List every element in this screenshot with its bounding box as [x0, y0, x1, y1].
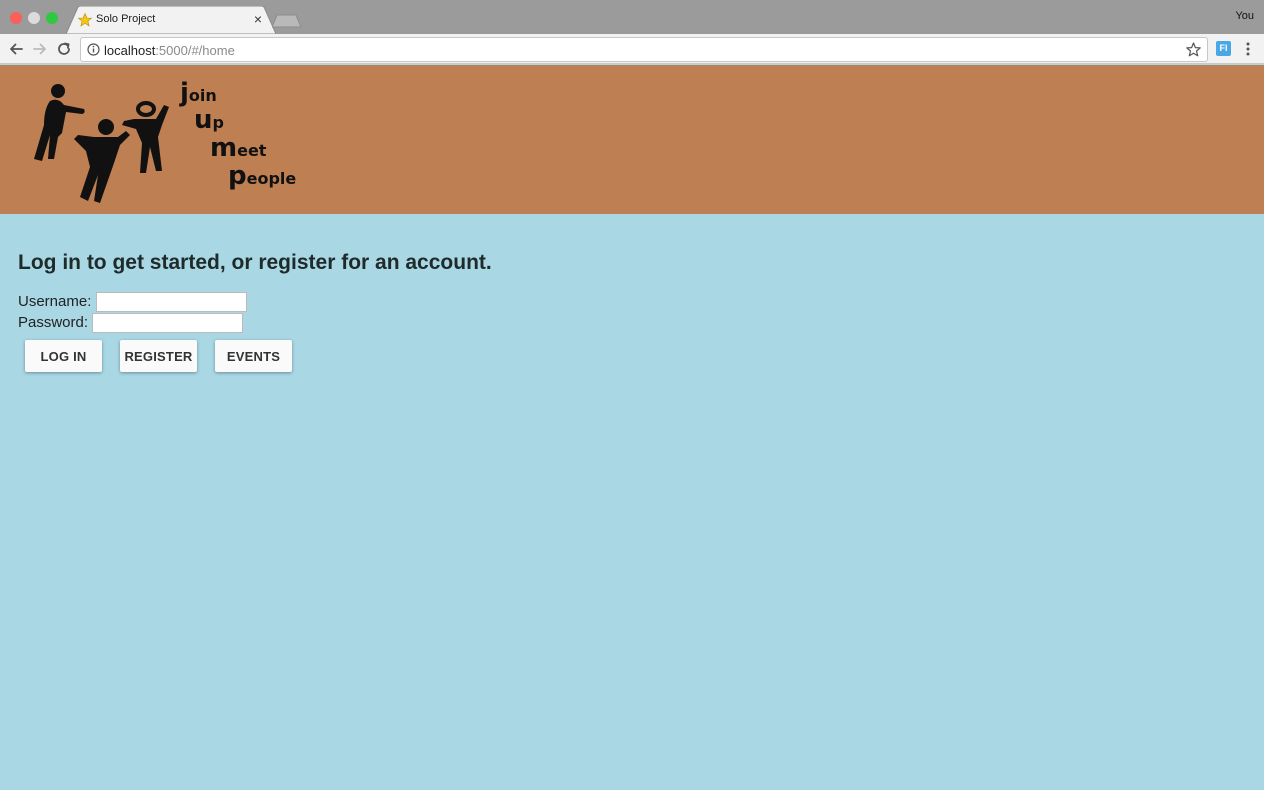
reload-icon[interactable] — [55, 40, 73, 58]
url-text: localhost:5000/#/home — [104, 43, 235, 58]
logo-word-meet: meet — [210, 133, 267, 163]
url-host: localhost — [104, 43, 156, 58]
log-in-button[interactable]: LOG IN — [25, 340, 102, 372]
back-arrow-icon[interactable] — [7, 40, 25, 58]
join-up-logo: join up meet people — [28, 75, 318, 205]
events-button[interactable]: EVENTS — [215, 340, 292, 372]
password-input[interactable] — [92, 313, 244, 333]
username-input[interactable] — [95, 292, 247, 312]
bookmark-star-icon[interactable] — [1186, 42, 1201, 57]
username-label: Username: — [18, 292, 92, 310]
register-button[interactable]: REGISTER — [120, 340, 197, 372]
window-maximize-button[interactable] — [46, 12, 58, 24]
info-icon[interactable] — [87, 43, 100, 56]
username-row: Username: — [18, 292, 247, 312]
new-tab-button[interactable] — [272, 14, 302, 28]
forward-arrow-icon[interactable] — [31, 40, 49, 58]
window-minimize-button[interactable] — [28, 12, 40, 24]
logo-word-up: up — [194, 105, 224, 135]
extension-icon[interactable]: Fl — [1216, 41, 1231, 56]
url-path: :5000/#/home — [155, 43, 235, 58]
star-favicon-icon — [78, 13, 92, 27]
browser-toolbar: localhost:5000/#/home Fl — [0, 34, 1264, 64]
password-row: Password: — [18, 313, 244, 333]
browser-titlebar: Solo Project × You — [0, 0, 1264, 34]
browser-tab[interactable]: Solo Project × — [66, 6, 276, 34]
logo-word-people: people — [228, 161, 297, 191]
profile-name[interactable]: You — [1235, 10, 1254, 22]
page-heading: Log in to get started, or register for a… — [18, 251, 492, 274]
logo-word-join: join — [180, 78, 217, 108]
tab-title: Solo Project — [96, 13, 156, 25]
more-menu-icon[interactable] — [1242, 40, 1254, 58]
window-close-button[interactable] — [10, 12, 22, 24]
address-bar[interactable]: localhost:5000/#/home — [80, 37, 1208, 62]
tab-close-icon[interactable]: × — [252, 11, 264, 27]
password-label: Password: — [18, 313, 89, 331]
people-silhouettes-icon — [34, 84, 169, 203]
header-banner: join up meet people — [0, 65, 1264, 214]
